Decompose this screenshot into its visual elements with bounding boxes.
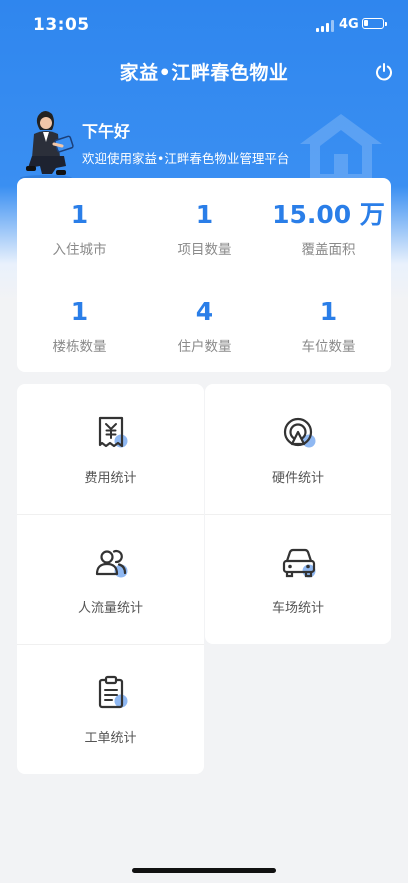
stat-value: 4 <box>195 297 214 326</box>
stat-label: 入住城市 <box>52 242 107 258</box>
people-icon <box>95 549 128 578</box>
clipboard-icon <box>98 675 128 709</box>
stat-projects: 1 项目数量 <box>142 200 267 258</box>
greeting-subtitle: 欢迎使用家益•江畔春色物业管理平台 <box>82 151 290 166</box>
stat-label: 车位数量 <box>301 339 356 355</box>
menu-label: 人流量统计 <box>77 601 143 616</box>
home-indicator <box>132 868 276 873</box>
menu-parking-statistics[interactable]: 车场统计 <box>205 514 391 644</box>
menu-label: 费用统计 <box>84 471 137 486</box>
battery-icon <box>362 18 387 29</box>
stat-value: 1 <box>70 200 89 229</box>
menu-hardware-statistics[interactable]: 硬件统计 <box>205 384 391 514</box>
menu-label: 工单统计 <box>84 731 137 746</box>
menu-label: 车场统计 <box>271 601 324 616</box>
menu-label: 硬件统计 <box>271 471 324 486</box>
stat-cities: 1 入住城市 <box>17 200 142 258</box>
stat-label: 住户数量 <box>177 339 232 355</box>
menu-work-order-statistics[interactable]: 工单统计 <box>17 644 204 774</box>
stat-value: 1 <box>319 297 338 326</box>
receipt-icon <box>98 416 128 448</box>
status-bar: 13:05 4G <box>0 0 408 52</box>
greeting-title: 下午好 <box>82 122 131 141</box>
building-watermark <box>300 114 382 180</box>
stat-coverage-area: 15.00 万 覆盖面积 <box>266 200 391 258</box>
stat-buildings: 1 楼栋数量 <box>17 297 142 355</box>
stats-card: 1 入住城市 1 项目数量 15.00 万 覆盖面积 1 楼栋数量 4 住户数量… <box>17 178 391 372</box>
stat-value: 15.00 万 <box>272 200 385 229</box>
network-type: 4G <box>339 17 359 32</box>
menu-fee-statistics[interactable]: 费用统计 <box>17 384 204 514</box>
stat-label: 覆盖面积 <box>301 242 356 258</box>
menu-left-column: 费用统计 人流量统计 工单统计 <box>17 384 204 774</box>
menu-people-flow-statistics[interactable]: 人流量统计 <box>17 514 204 644</box>
menu-right-column: 硬件统计 车场统计 <box>205 384 391 644</box>
stat-value: 1 <box>70 297 89 326</box>
business-person-illustration <box>20 110 74 181</box>
stat-value: 1 <box>195 200 214 229</box>
stat-label: 楼栋数量 <box>52 339 107 355</box>
stat-label: 项目数量 <box>177 242 232 258</box>
car-icon <box>282 548 316 578</box>
stat-parking-spaces: 1 车位数量 <box>266 297 391 355</box>
signal-icon <box>316 20 334 32</box>
hardware-icon <box>283 417 316 448</box>
power-icon[interactable] <box>374 62 394 82</box>
status-time: 13:05 <box>33 15 90 35</box>
page-title: 家益•江畔春色物业 <box>119 62 289 84</box>
stat-households: 4 住户数量 <box>142 297 267 355</box>
